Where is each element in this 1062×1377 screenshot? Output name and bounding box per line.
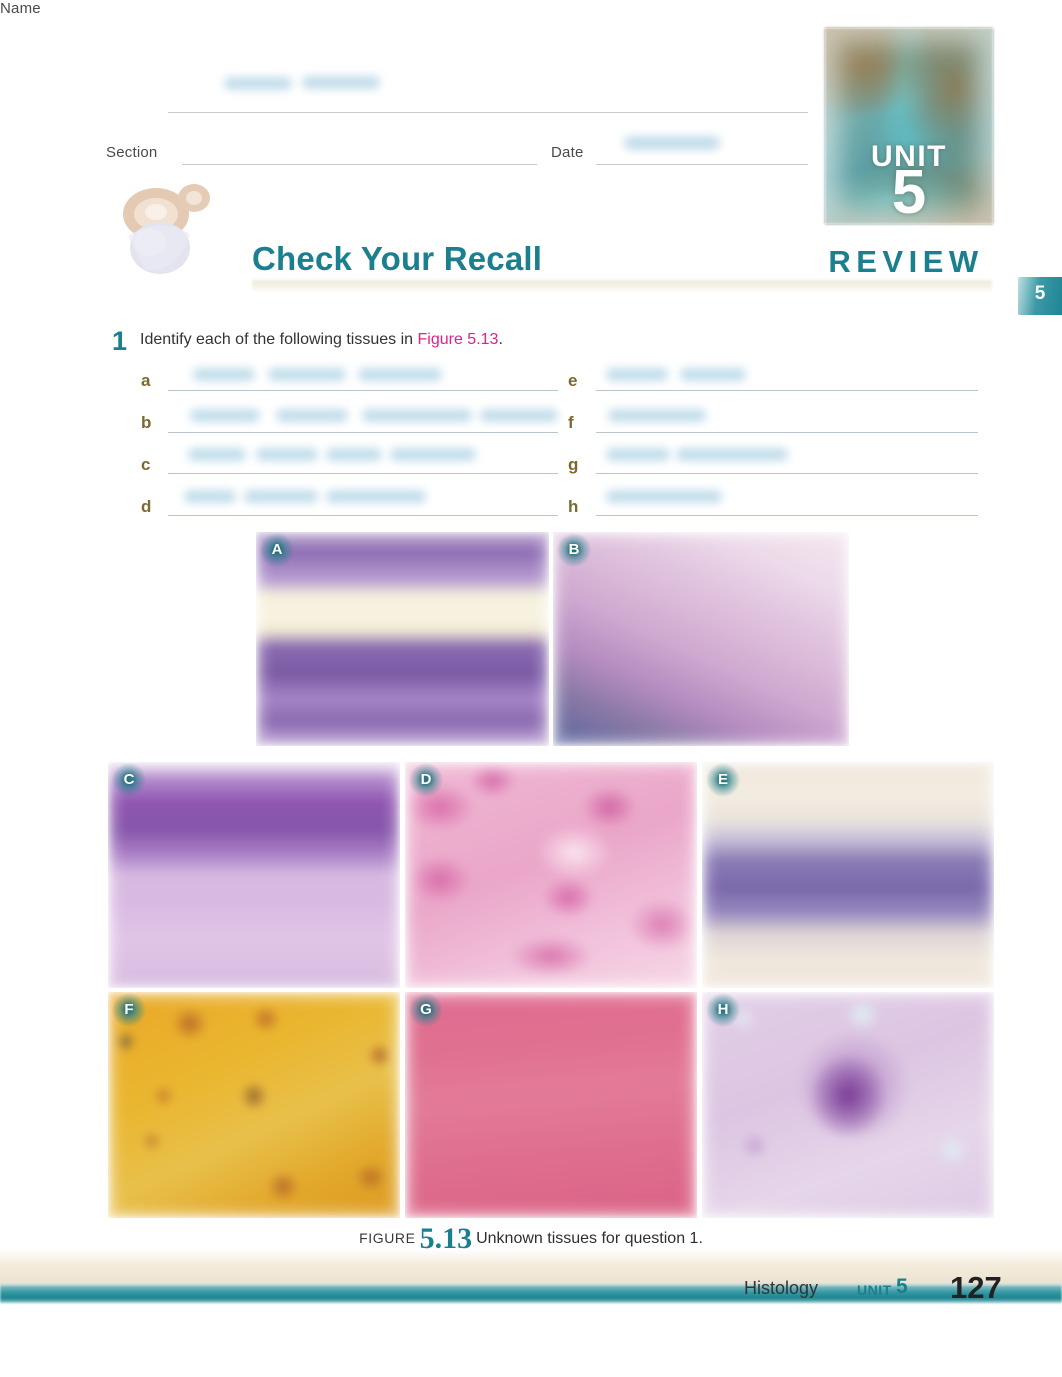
figure-panel-e: E xyxy=(702,762,994,988)
panel-label-d: D xyxy=(409,763,443,797)
answer-c-handwriting-redaction xyxy=(326,448,382,461)
footer-unit-label: UNIT xyxy=(857,1282,892,1298)
figure-panel-b: B xyxy=(553,532,849,746)
answer-c-handwriting-redaction xyxy=(256,448,318,461)
micrograph-h xyxy=(702,992,994,1218)
date-label: Date xyxy=(551,144,584,161)
panel-label-h: H xyxy=(706,993,740,1027)
answer-g-handwriting-redaction xyxy=(606,448,670,461)
panel-label-c: C xyxy=(112,763,146,797)
answer-rule-d[interactable] xyxy=(168,515,558,516)
figure-panel-c: C xyxy=(108,762,400,988)
answer-b-handwriting-redaction xyxy=(190,409,260,422)
figure-panel-d: D xyxy=(405,762,697,988)
micrograph-c xyxy=(108,762,400,988)
answer-g-handwriting-redaction xyxy=(676,448,788,461)
answer-rule-f[interactable] xyxy=(596,432,978,433)
date-input-rule[interactable] xyxy=(596,164,808,165)
figure-panel-a: A xyxy=(256,532,549,746)
question-text-after: . xyxy=(498,331,503,348)
page-title: Check Your Recall xyxy=(252,240,543,277)
figure-reference-link[interactable]: Figure 5.13 xyxy=(418,331,499,348)
micrograph-b xyxy=(553,532,849,746)
answer-letter-c: c xyxy=(141,455,151,474)
micrograph-g xyxy=(405,992,697,1218)
panel-label-b: B xyxy=(557,533,591,567)
page-number: 127 xyxy=(950,1270,1002,1305)
answer-rule-c[interactable] xyxy=(168,473,558,474)
section-label: Section xyxy=(106,144,158,161)
answer-letter-e: e xyxy=(568,371,578,390)
answer-e-handwriting-redaction xyxy=(606,368,668,381)
answer-b-handwriting-redaction xyxy=(362,409,472,422)
name-input-rule[interactable] xyxy=(168,112,808,113)
answer-b-handwriting-redaction xyxy=(480,409,558,422)
panel-label-g: G xyxy=(409,993,443,1027)
answer-letter-a: a xyxy=(141,371,151,390)
answer-rule-a[interactable] xyxy=(168,390,558,391)
panel-label-f: F xyxy=(112,993,146,1027)
answer-letter-f: f xyxy=(568,413,574,432)
answer-d-handwriting-redaction xyxy=(184,490,236,503)
figure-panel-h: H xyxy=(702,992,994,1218)
date-handwriting-redaction xyxy=(624,136,720,150)
answer-e-handwriting-redaction xyxy=(680,368,746,381)
answer-letter-g: g xyxy=(568,455,579,474)
answer-a-handwriting-redaction xyxy=(193,368,255,381)
answer-a-handwriting-redaction xyxy=(358,368,442,381)
micrograph-e xyxy=(702,762,994,988)
answer-d-handwriting-redaction xyxy=(326,490,426,503)
answer-letter-h: h xyxy=(568,497,579,516)
section-input-rule[interactable] xyxy=(182,164,537,165)
figure-panel-g: G xyxy=(405,992,697,1218)
question-text-before: Identify each of the following tissues i… xyxy=(140,331,418,348)
answer-d-handwriting-redaction xyxy=(244,490,318,503)
review-word: REVIEW xyxy=(828,244,984,279)
name-handwriting-redaction xyxy=(224,77,292,90)
micrograph-a xyxy=(256,532,549,746)
name-label: Name xyxy=(0,0,41,17)
figure-caption-text: Unknown tissues for question 1. xyxy=(476,1230,703,1247)
answer-h-handwriting-redaction xyxy=(606,490,722,503)
figure-caption-word: FIGURE xyxy=(359,1230,416,1246)
figure-panel-f: F xyxy=(108,992,400,1218)
title-divider xyxy=(252,280,992,292)
footer-unit-number: 5 xyxy=(896,1275,908,1298)
micrograph-f xyxy=(108,992,400,1218)
answer-c-handwriting-redaction xyxy=(390,448,476,461)
answer-f-handwriting-redaction xyxy=(608,409,706,422)
micrograph-d xyxy=(405,762,697,988)
brain-head-icon xyxy=(118,176,218,282)
answer-rule-g[interactable] xyxy=(596,473,978,474)
answer-c-handwriting-redaction xyxy=(188,448,246,461)
answer-rule-b[interactable] xyxy=(168,432,558,433)
panel-label-a: A xyxy=(260,533,294,567)
name-handwriting-redaction xyxy=(302,76,380,89)
answer-rule-h[interactable] xyxy=(596,515,978,516)
answer-letter-d: d xyxy=(141,497,152,516)
answer-a-handwriting-redaction xyxy=(268,368,346,381)
answer-letter-b: b xyxy=(141,413,152,432)
footer-chapter: Histology xyxy=(744,1278,819,1298)
answer-b-handwriting-redaction xyxy=(276,409,348,422)
answer-rule-e[interactable] xyxy=(596,390,978,391)
question-text: Identify each of the following tissues i… xyxy=(140,331,503,349)
panel-label-e: E xyxy=(706,763,740,797)
side-tab-number: 5 xyxy=(1034,283,1046,304)
unit-number: 5 xyxy=(891,158,927,227)
question-number: 1 xyxy=(112,326,128,356)
